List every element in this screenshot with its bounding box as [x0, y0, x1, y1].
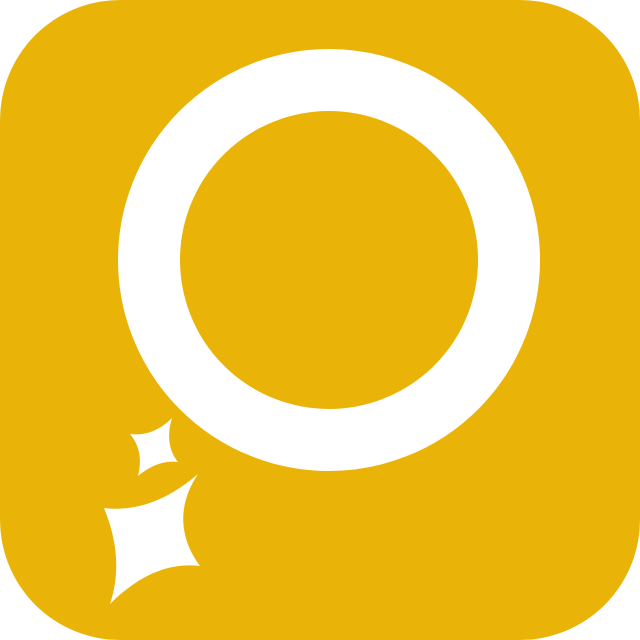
search-sparkle-icon — [0, 0, 640, 640]
app-icon — [0, 0, 640, 640]
